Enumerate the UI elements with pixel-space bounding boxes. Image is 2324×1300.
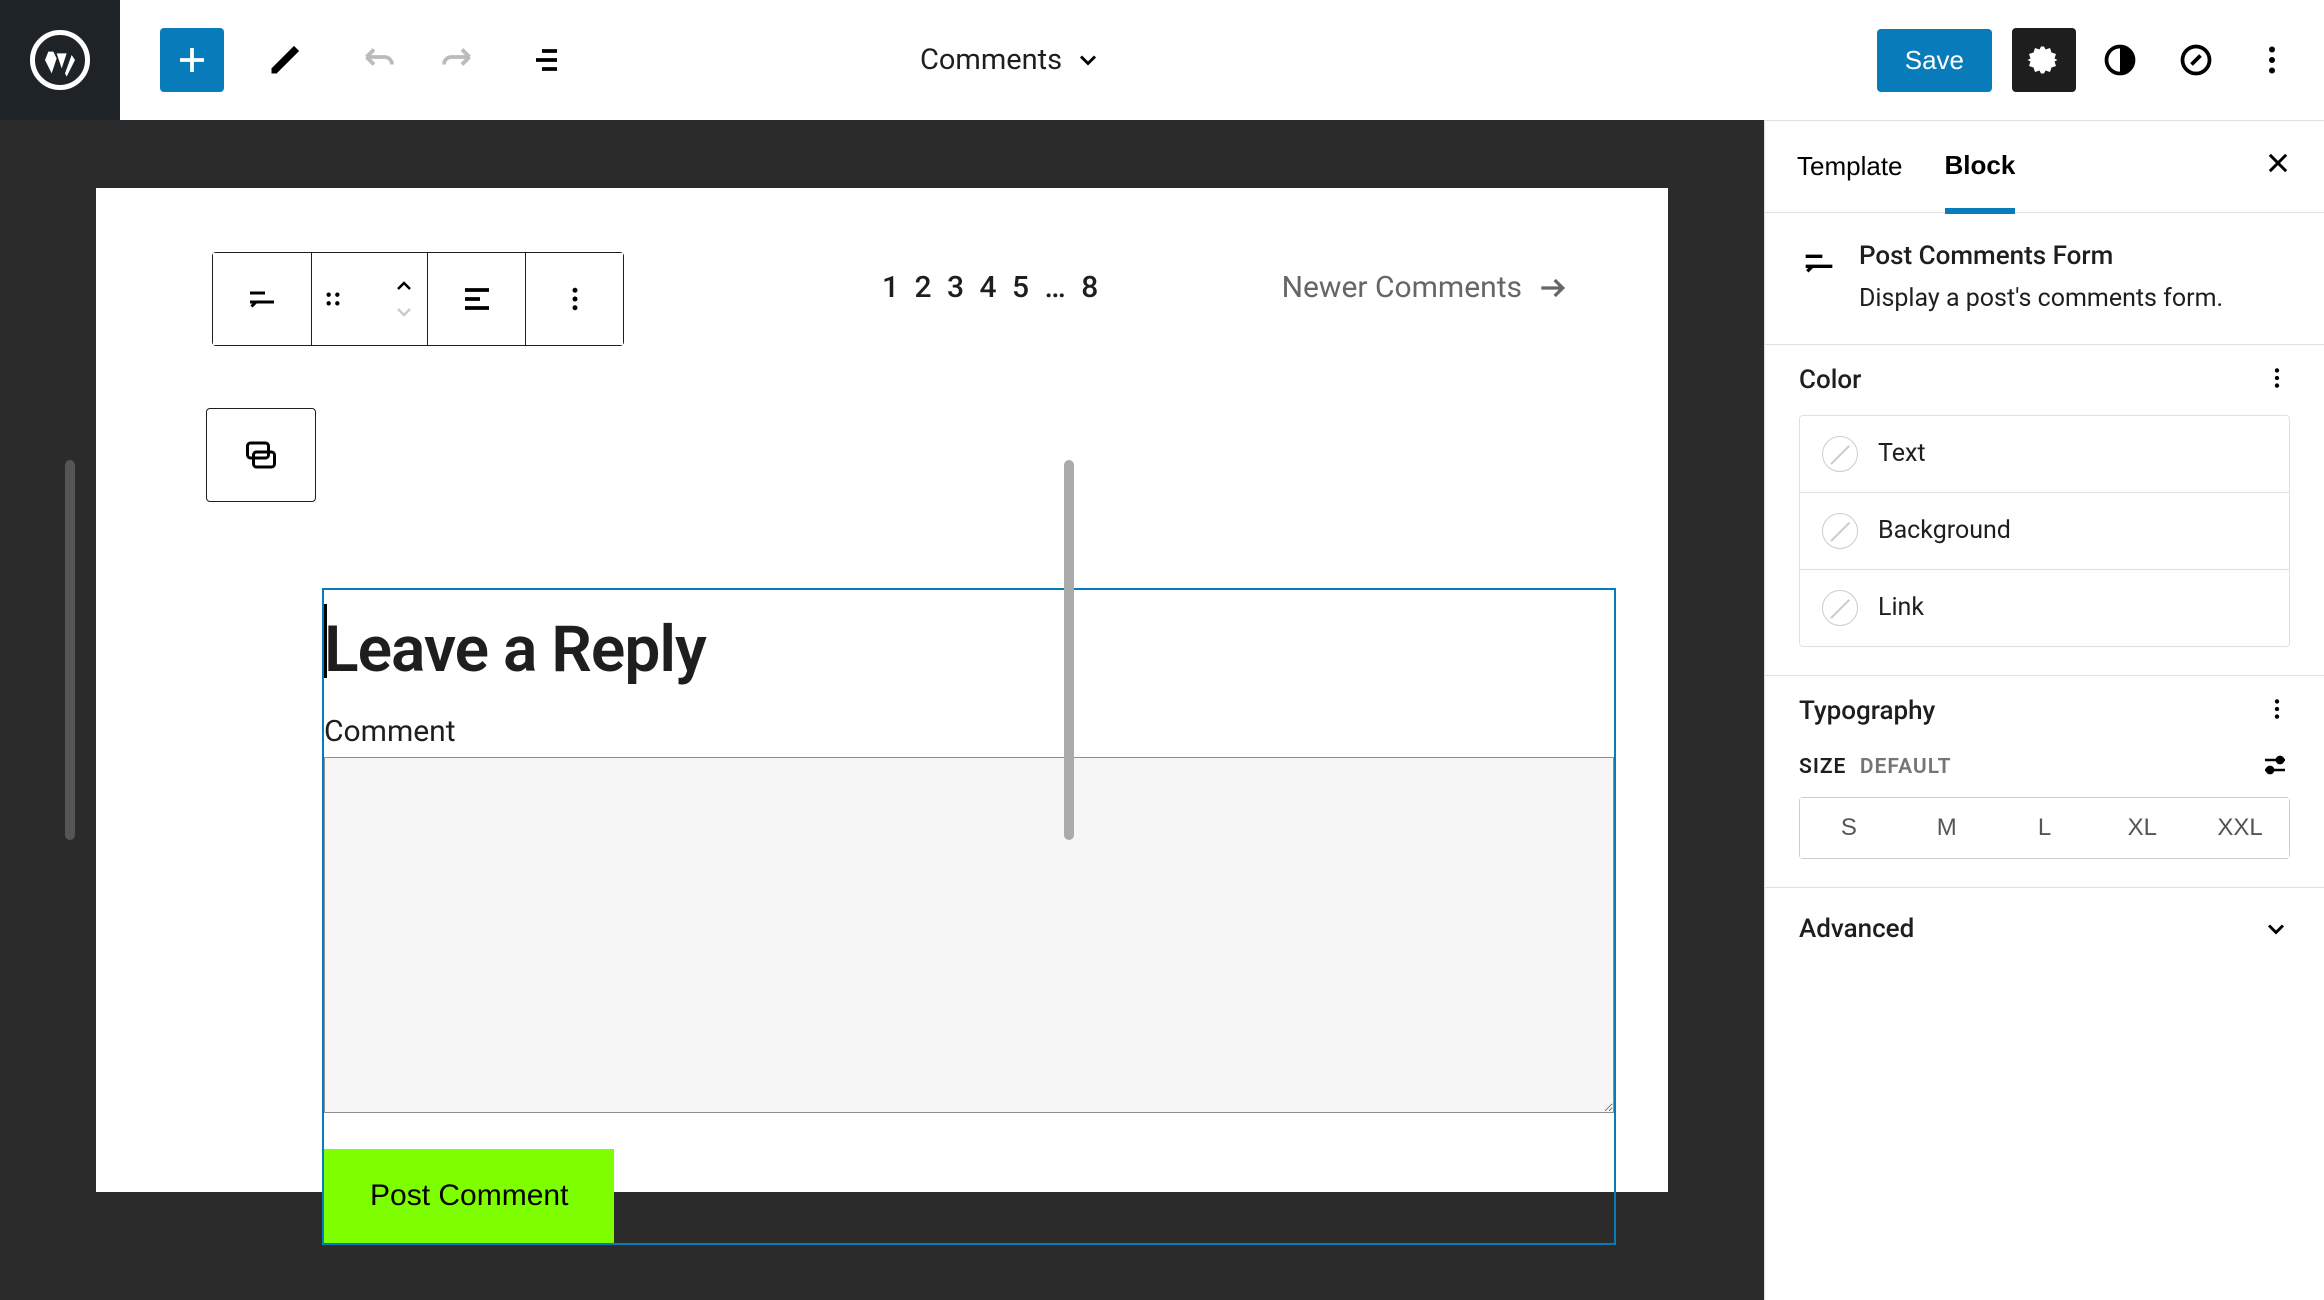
color-panel-title: Color — [1799, 365, 1861, 395]
save-button[interactable]: Save — [1877, 29, 1992, 92]
post-comments-form-icon — [244, 281, 280, 317]
size-l[interactable]: L — [1996, 798, 2094, 858]
pagination-numbers[interactable]: 1 2 3 4 5 … 8 — [882, 270, 1102, 305]
undo-button[interactable] — [348, 28, 412, 92]
block-type-button[interactable] — [213, 253, 311, 345]
options-button[interactable] — [2240, 28, 2304, 92]
kebab-icon — [2264, 696, 2290, 722]
color-background-control[interactable]: Background — [1800, 492, 2289, 569]
size-s[interactable]: S — [1800, 798, 1898, 858]
parent-block-button[interactable] — [206, 408, 316, 502]
kebab-icon — [2254, 42, 2290, 78]
close-sidebar-button[interactable] — [2264, 149, 2292, 185]
wordpress-logo-button[interactable] — [0, 0, 120, 120]
styles-button[interactable] — [2088, 28, 2152, 92]
typography-panel-title: Typography — [1799, 696, 1935, 726]
post-comments-form-icon — [1799, 243, 1839, 283]
arrow-right-icon — [1536, 272, 1568, 304]
comments-block-icon — [243, 437, 279, 473]
comment-label: Comment — [324, 682, 1614, 757]
sidebar-tabs: Template Block — [1765, 121, 2324, 213]
size-m[interactable]: M — [1898, 798, 1996, 858]
plus-icon — [174, 42, 210, 78]
font-size-options: S M L XL XXL — [1799, 797, 2290, 859]
pagination-row: 1 2 3 4 5 … 8 Newer Comments — [326, 270, 1568, 305]
block-card-title: Post Comments Form — [1859, 241, 2223, 271]
post-comment-button[interactable]: Post Comment — [324, 1149, 614, 1243]
frame-scrollbar[interactable] — [1064, 460, 1074, 840]
sliders-icon — [2260, 750, 2290, 780]
wordpress-icon — [30, 30, 90, 90]
advanced-panel-title: Advanced — [1799, 914, 1914, 944]
canvas-scrollbar[interactable] — [65, 460, 75, 840]
newer-comments-text: Newer Comments — [1282, 270, 1522, 305]
font-size-default: DEFAULT — [1860, 755, 1952, 779]
reply-heading[interactable]: Leave a Reply — [324, 590, 1614, 682]
post-comments-form-block[interactable]: Leave a Reply Comment Post Comment — [322, 588, 1616, 1245]
undo-icon — [362, 42, 398, 78]
chevron-down-icon — [2262, 915, 2290, 943]
comment-textarea[interactable] — [324, 757, 1614, 1113]
newer-comments-link[interactable]: Newer Comments — [1282, 270, 1568, 305]
redo-button[interactable] — [424, 28, 488, 92]
view-button[interactable] — [2164, 28, 2228, 92]
edit-icon — [270, 42, 306, 78]
empty-color-swatch-icon — [1822, 590, 1858, 626]
add-block-button[interactable] — [160, 28, 224, 92]
close-icon — [2264, 149, 2292, 177]
gear-icon — [2026, 42, 2062, 78]
empty-color-swatch-icon — [1822, 513, 1858, 549]
color-text-control[interactable]: Text — [1800, 416, 2289, 492]
contrast-icon — [2102, 42, 2138, 78]
custom-size-toggle[interactable] — [2260, 750, 2290, 783]
tab-block[interactable]: Block — [1945, 123, 2016, 214]
font-size-label: SIZE — [1799, 755, 1846, 779]
editor-canvas-area: 1 2 3 4 5 … 8 Newer Comments Leave a Rep… — [0, 120, 1764, 1300]
color-panel: Color Text Background Link — [1765, 345, 2324, 676]
redo-icon — [438, 42, 474, 78]
color-panel-options[interactable] — [2264, 365, 2290, 394]
chevron-down-icon — [1074, 46, 1102, 74]
settings-sidebar: Template Block Post Comments Form Displa… — [1764, 120, 2324, 1300]
block-card: Post Comments Form Display a post's comm… — [1765, 213, 2324, 345]
typography-panel-options[interactable] — [2264, 696, 2290, 725]
size-xl[interactable]: XL — [2093, 798, 2191, 858]
block-card-description: Display a post's comments form. — [1859, 283, 2223, 316]
kebab-icon — [2264, 365, 2290, 391]
advanced-panel-toggle[interactable]: Advanced — [1765, 888, 2324, 970]
size-xxl[interactable]: XXL — [2191, 798, 2289, 858]
color-background-label: Background — [1878, 516, 2011, 545]
canvas-frame[interactable]: 1 2 3 4 5 … 8 Newer Comments Leave a Rep… — [96, 188, 1668, 1192]
tools-button[interactable] — [256, 28, 320, 92]
compass-icon — [2178, 42, 2214, 78]
color-link-control[interactable]: Link — [1800, 569, 2289, 646]
topbar: Comments Save — [0, 0, 2324, 120]
list-view-icon — [530, 42, 566, 78]
empty-color-swatch-icon — [1822, 436, 1858, 472]
settings-sidebar-button[interactable] — [2012, 28, 2076, 92]
color-link-label: Link — [1878, 593, 1924, 622]
document-title-dropdown[interactable]: Comments — [920, 43, 1102, 77]
typography-panel: Typography SIZE DEFAULT S M L XL XXL — [1765, 676, 2324, 888]
document-title-text: Comments — [920, 43, 1062, 77]
tab-template[interactable]: Template — [1797, 121, 1903, 212]
color-text-label: Text — [1878, 439, 1926, 468]
document-outline-button[interactable] — [516, 28, 580, 92]
